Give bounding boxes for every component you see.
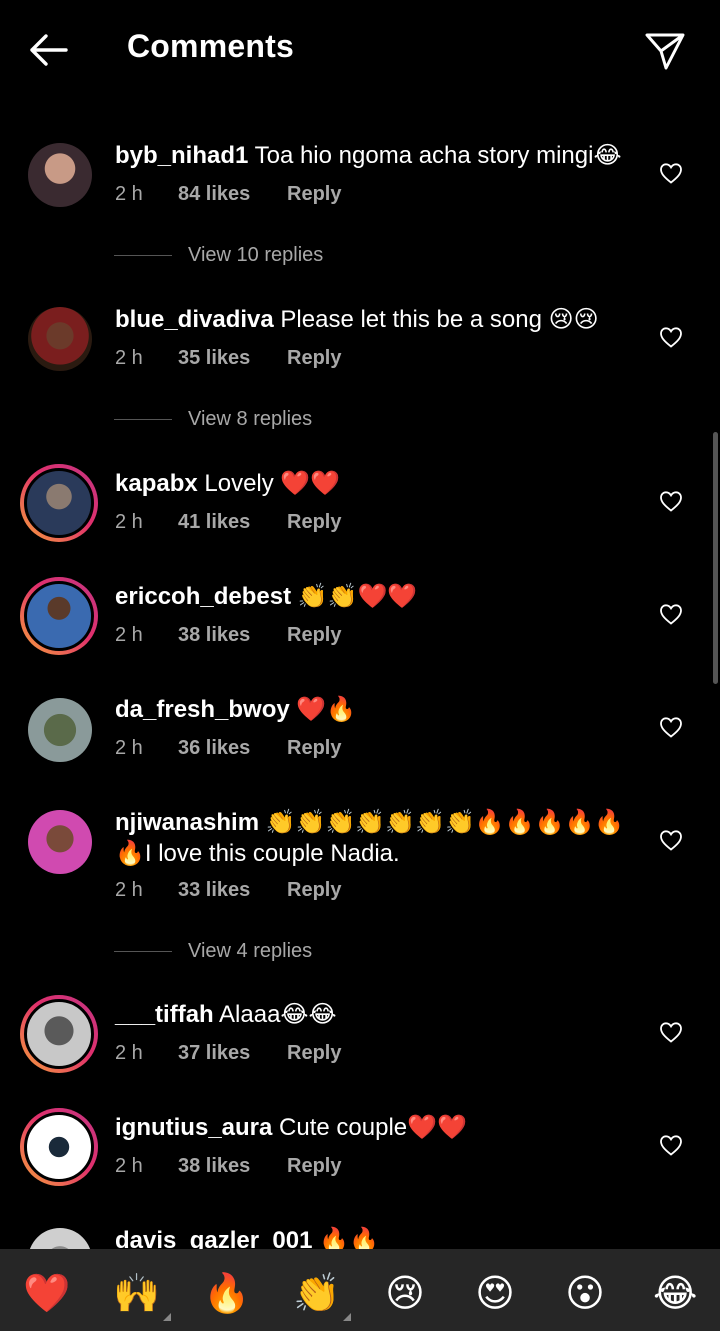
comment-text: 👏👏❤️❤️ bbox=[297, 583, 418, 610]
heart-outline-icon[interactable] bbox=[659, 162, 683, 184]
scrollbar[interactable] bbox=[713, 432, 718, 684]
view-replies-link[interactable]: View 8 replies bbox=[114, 408, 312, 431]
heart-outline-icon[interactable] bbox=[659, 603, 683, 625]
emoji-quick-bar: ❤️ 🙌 🔥 👏 😢 😍 😮 😂 bbox=[0, 1249, 720, 1331]
heart-outline-icon[interactable] bbox=[659, 716, 683, 738]
reply-button[interactable]: Reply bbox=[287, 879, 341, 902]
comment-text-line-2: 🔥I love this couple Nadia. bbox=[115, 838, 400, 869]
reply-button[interactable]: Reply bbox=[287, 1042, 341, 1065]
comment-text-line: njiwanashim 👏👏👏👏👏👏👏🔥🔥🔥🔥🔥 bbox=[115, 807, 624, 838]
page-title: Comments bbox=[127, 28, 294, 64]
header-bar: Comments bbox=[0, 0, 720, 100]
avatar[interactable] bbox=[28, 810, 92, 874]
username[interactable]: byb_nihad1 bbox=[115, 142, 248, 169]
avatar[interactable] bbox=[28, 143, 92, 207]
divider bbox=[114, 951, 172, 953]
avatar[interactable] bbox=[28, 1228, 92, 1250]
avatar[interactable] bbox=[20, 995, 98, 1073]
reply-button[interactable]: Reply bbox=[287, 624, 341, 647]
arrow-left-icon[interactable] bbox=[26, 30, 70, 70]
comment-text: 🔥🔥 bbox=[319, 1227, 379, 1250]
emoji-raised-hands-button[interactable]: 🙌 bbox=[113, 1271, 171, 1321]
avatar[interactable] bbox=[20, 464, 98, 542]
username[interactable]: ericcoh_debest bbox=[115, 583, 291, 610]
likes-count[interactable]: 37 likes bbox=[178, 1042, 250, 1065]
reply-button[interactable]: Reply bbox=[287, 737, 341, 760]
comment-text: Cute couple❤️❤️ bbox=[279, 1114, 467, 1141]
heart-outline-icon[interactable] bbox=[659, 1134, 683, 1156]
emoji-crying-button[interactable]: 😢 bbox=[383, 1271, 427, 1315]
comment-text-line: ericcoh_debest 👏👏❤️❤️ bbox=[115, 581, 417, 612]
view-replies-label: View 4 replies bbox=[188, 940, 313, 962]
divider bbox=[114, 419, 172, 421]
timestamp: 2 h bbox=[115, 624, 143, 646]
comment-text: 🔥I love this couple Nadia. bbox=[115, 840, 400, 867]
emoji-heart-eyes-button[interactable]: 😍 bbox=[473, 1271, 517, 1315]
username[interactable]: davis_gazler_001 bbox=[115, 1227, 312, 1250]
comment-text-line: da_fresh_bwoy ❤️🔥 bbox=[115, 694, 356, 725]
comment-text: 👏👏👏👏👏👏👏🔥🔥🔥🔥🔥 bbox=[265, 809, 625, 836]
timestamp: 2 h bbox=[115, 1042, 143, 1064]
view-replies-link[interactable]: View 10 replies bbox=[114, 244, 323, 267]
emoji-clap: 👏 bbox=[293, 1271, 341, 1315]
emoji-clap-button[interactable]: 👏 bbox=[293, 1271, 351, 1321]
avatar[interactable] bbox=[28, 307, 92, 371]
avatar[interactable] bbox=[20, 577, 98, 655]
timestamp: 2 h bbox=[115, 737, 143, 759]
divider bbox=[114, 255, 172, 257]
skin-tone-indicator bbox=[343, 1313, 351, 1321]
view-replies-label: View 8 replies bbox=[188, 408, 313, 430]
comment-text: Toa hio ngoma acha story mingi😂 bbox=[254, 142, 622, 169]
avatar[interactable] bbox=[28, 698, 92, 762]
emoji-heart-button[interactable]: ❤️ bbox=[23, 1271, 70, 1315]
username[interactable]: njiwanashim bbox=[115, 809, 259, 836]
view-replies-label: View 10 replies bbox=[188, 244, 324, 266]
skin-tone-indicator bbox=[163, 1313, 171, 1321]
comment-text-line: byb_nihad1 Toa hio ngoma acha story ming… bbox=[115, 140, 621, 171]
paper-plane-icon[interactable] bbox=[644, 30, 686, 72]
comment-text-line: davis_gazler_001 🔥🔥 bbox=[115, 1225, 379, 1250]
comment-text-line: blue_divadiva Please let this be a song … bbox=[115, 304, 599, 335]
comments-list: byb_nihad1 Toa hio ngoma acha story ming… bbox=[0, 0, 720, 1250]
comment-text-line: kapabx Lovely ❤️❤️ bbox=[115, 468, 340, 499]
username[interactable]: ___tiffah bbox=[115, 1001, 214, 1028]
username[interactable]: kapabx bbox=[115, 470, 198, 497]
reply-button[interactable]: Reply bbox=[287, 347, 341, 370]
likes-count[interactable]: 36 likes bbox=[178, 737, 250, 760]
heart-outline-icon[interactable] bbox=[659, 490, 683, 512]
comment-text: ❤️🔥 bbox=[296, 696, 357, 723]
comment-text-line: ignutius_aura Cute couple❤️❤️ bbox=[115, 1112, 467, 1143]
heart-outline-icon[interactable] bbox=[659, 1021, 683, 1043]
timestamp: 2 h bbox=[115, 511, 143, 533]
heart-outline-icon[interactable] bbox=[659, 326, 683, 348]
comment-text-line: ___tiffah Alaaa😂😂 bbox=[115, 999, 337, 1030]
likes-count[interactable]: 33 likes bbox=[178, 879, 250, 902]
comment-text: Lovely ❤️❤️ bbox=[204, 470, 341, 497]
timestamp: 2 h bbox=[115, 879, 143, 901]
emoji-laughing-button[interactable]: 😂 bbox=[653, 1271, 697, 1315]
view-replies-link[interactable]: View 4 replies bbox=[114, 940, 312, 963]
likes-count[interactable]: 38 likes bbox=[178, 1155, 250, 1178]
username[interactable]: ignutius_aura bbox=[115, 1114, 272, 1141]
likes-count[interactable]: 84 likes bbox=[178, 183, 250, 206]
likes-count[interactable]: 35 likes bbox=[178, 347, 250, 370]
heart-outline-icon[interactable] bbox=[659, 829, 683, 851]
emoji-surprised-button[interactable]: 😮 bbox=[563, 1271, 607, 1315]
username[interactable]: da_fresh_bwoy bbox=[115, 696, 290, 723]
username[interactable]: blue_divadiva bbox=[115, 306, 274, 333]
comment-text: Please let this be a song 😢😢 bbox=[280, 306, 599, 333]
reply-button[interactable]: Reply bbox=[287, 183, 341, 206]
reply-button[interactable]: Reply bbox=[287, 1155, 341, 1178]
emoji-raised-hands: 🙌 bbox=[113, 1271, 161, 1315]
reply-button[interactable]: Reply bbox=[287, 511, 341, 534]
timestamp: 2 h bbox=[115, 183, 143, 205]
likes-count[interactable]: 38 likes bbox=[178, 624, 250, 647]
emoji-fire-button[interactable]: 🔥 bbox=[203, 1271, 250, 1315]
likes-count[interactable]: 41 likes bbox=[178, 511, 250, 534]
timestamp: 2 h bbox=[115, 1155, 143, 1177]
comment-text: Alaaa😂😂 bbox=[219, 1001, 337, 1028]
timestamp: 2 h bbox=[115, 347, 143, 369]
avatar[interactable] bbox=[20, 1108, 98, 1186]
